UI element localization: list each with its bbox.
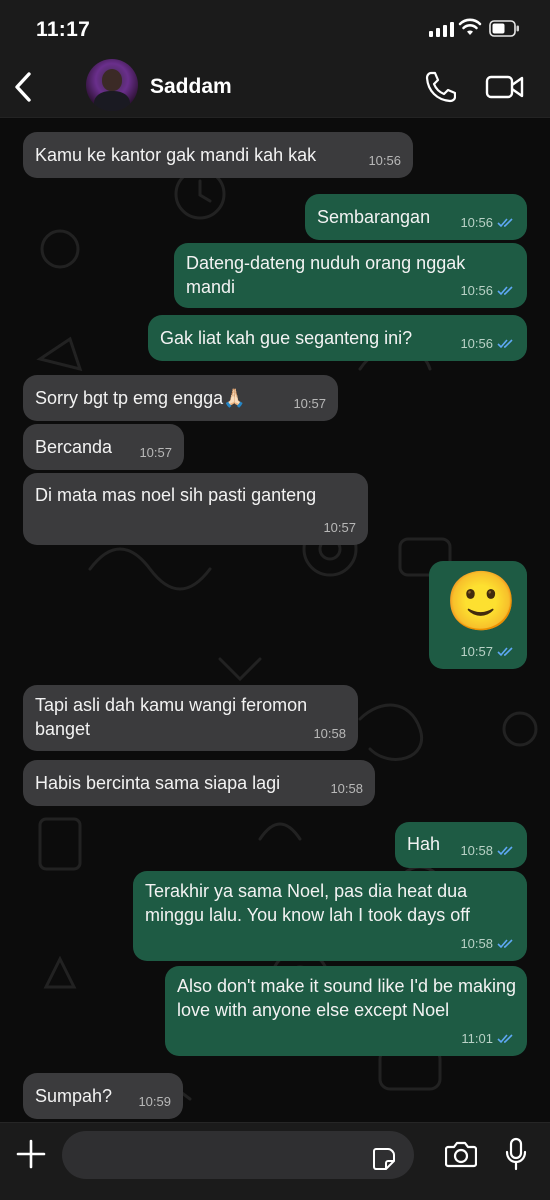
read-receipt-icon (497, 286, 513, 296)
message-text: Sorry bgt tp emg engga🙏🏻 (35, 388, 246, 408)
message-bubble-incoming[interactable]: Di mata mas noel sih pasti ganteng 10:57 (23, 473, 368, 545)
message-bubble-outgoing[interactable]: Terakhir ya sama Noel, pas dia heat dua … (133, 871, 527, 961)
message-meta: 10:57 (323, 516, 356, 540)
read-receipt-icon (497, 846, 513, 856)
message-text: Sembarangan (317, 207, 431, 227)
message-text: Kamu ke kantor gak mandi kah kak (35, 145, 317, 165)
contact-name[interactable]: Saddam (150, 75, 232, 99)
message-bubble-outgoing[interactable]: Hah 10:58 (395, 822, 527, 868)
message-meta: 10:58 (330, 777, 363, 801)
message-time: 10:56 (368, 153, 401, 168)
plus-icon[interactable] (16, 1139, 46, 1169)
read-receipt-icon (497, 647, 513, 657)
message-time: 10:57 (460, 644, 493, 659)
message-bubble-outgoing[interactable]: Also don't make it sound like I'd be mak… (165, 966, 527, 1056)
message-time: 10:57 (323, 520, 356, 535)
message-meta: 10:57 (293, 392, 326, 416)
message-text: Habis bercinta sama siapa lagi (35, 773, 281, 793)
message-bubble-outgoing[interactable]: Gak liat kah gue seganteng ini? 10:56 (148, 315, 527, 361)
composer-bar (0, 1122, 550, 1200)
signal-icon (429, 21, 455, 37)
chat-area[interactable]: Kamu ke kantor gak mandi kah kak 10:56 S… (0, 119, 550, 1122)
message-bubble-incoming[interactable]: Habis bercinta sama siapa lagi 10:58 (23, 760, 375, 806)
message-text: Bercanda (35, 437, 113, 457)
read-receipt-icon (497, 1034, 513, 1044)
message-time: 10:56 (460, 215, 493, 230)
message-input[interactable] (62, 1131, 414, 1179)
message-time: 10:56 (460, 336, 493, 351)
emoji-message: 🙂 (445, 569, 518, 634)
message-bubble-incoming[interactable]: Kamu ke kantor gak mandi kah kak 10:56 (23, 132, 413, 178)
message-time: 10:58 (460, 936, 493, 951)
message-meta: 10:59 (138, 1090, 171, 1114)
message-meta: 10:57 (139, 441, 172, 465)
avatar[interactable] (86, 59, 138, 111)
message-bubble-incoming[interactable]: Tapi asli dah kamu wangi feromon banget … (23, 685, 358, 751)
message-meta: 10:58 (313, 722, 346, 746)
video-call-icon[interactable] (485, 72, 525, 102)
message-meta: 10:58 (460, 932, 515, 956)
status-bar: 11:17 (0, 0, 550, 56)
status-time: 11:17 (36, 18, 91, 41)
message-text: Tapi asli dah kamu wangi feromon banget (35, 695, 308, 739)
read-receipt-icon (497, 339, 513, 349)
message-time: 10:59 (138, 1094, 171, 1109)
message-bubble-incoming[interactable]: Sorry bgt tp emg engga🙏🏻 10:57 (23, 375, 338, 421)
message-time: 10:58 (313, 726, 346, 741)
message-time: 10:56 (460, 283, 493, 298)
message-meta: 10:56 (368, 149, 401, 173)
message-meta: 10:58 (460, 839, 515, 863)
message-time: 10:58 (330, 781, 363, 796)
back-arrow-icon[interactable] (10, 70, 38, 104)
message-text: Sumpah? (35, 1086, 113, 1106)
message-meta: 10:56 (460, 211, 515, 235)
message-text: Di mata mas noel sih pasti ganteng (35, 485, 317, 505)
wifi-icon (458, 18, 482, 35)
message-text: Terakhir ya sama Noel, pas dia heat dua … (145, 881, 470, 925)
message-text: Hah (407, 834, 441, 854)
battery-icon (489, 20, 519, 37)
chat-header: Saddam (0, 56, 550, 118)
message-bubble-outgoing[interactable]: Dateng-dateng nuduh orang nggak mandi 10… (174, 243, 527, 308)
message-bubble-incoming[interactable]: Bercanda 10:57 (23, 424, 184, 470)
camera-icon[interactable] (445, 1140, 477, 1168)
message-time: 11:01 (461, 1031, 493, 1046)
message-bubble-outgoing[interactable]: 🙂 10:57 (429, 561, 527, 669)
microphone-icon[interactable] (505, 1137, 527, 1171)
message-bubble-incoming[interactable]: Sumpah? 10:59 (23, 1073, 183, 1119)
message-time: 10:58 (460, 843, 493, 858)
message-time: 10:57 (293, 396, 326, 411)
phone-icon[interactable] (424, 70, 456, 104)
read-receipt-icon (497, 939, 513, 949)
message-meta: 11:01 (461, 1027, 515, 1051)
message-time: 10:57 (139, 445, 172, 460)
sticker-icon[interactable] (372, 1147, 396, 1171)
message-meta: 10:56 (460, 332, 515, 356)
message-meta: 10:57 (460, 640, 515, 664)
message-meta: 10:56 (460, 279, 515, 303)
message-bubble-outgoing[interactable]: Sembarangan 10:56 (305, 194, 527, 240)
message-text: Also don't make it sound like I'd be mak… (177, 976, 517, 1020)
message-text: Gak liat kah gue seganteng ini? (160, 328, 413, 348)
read-receipt-icon (497, 218, 513, 228)
